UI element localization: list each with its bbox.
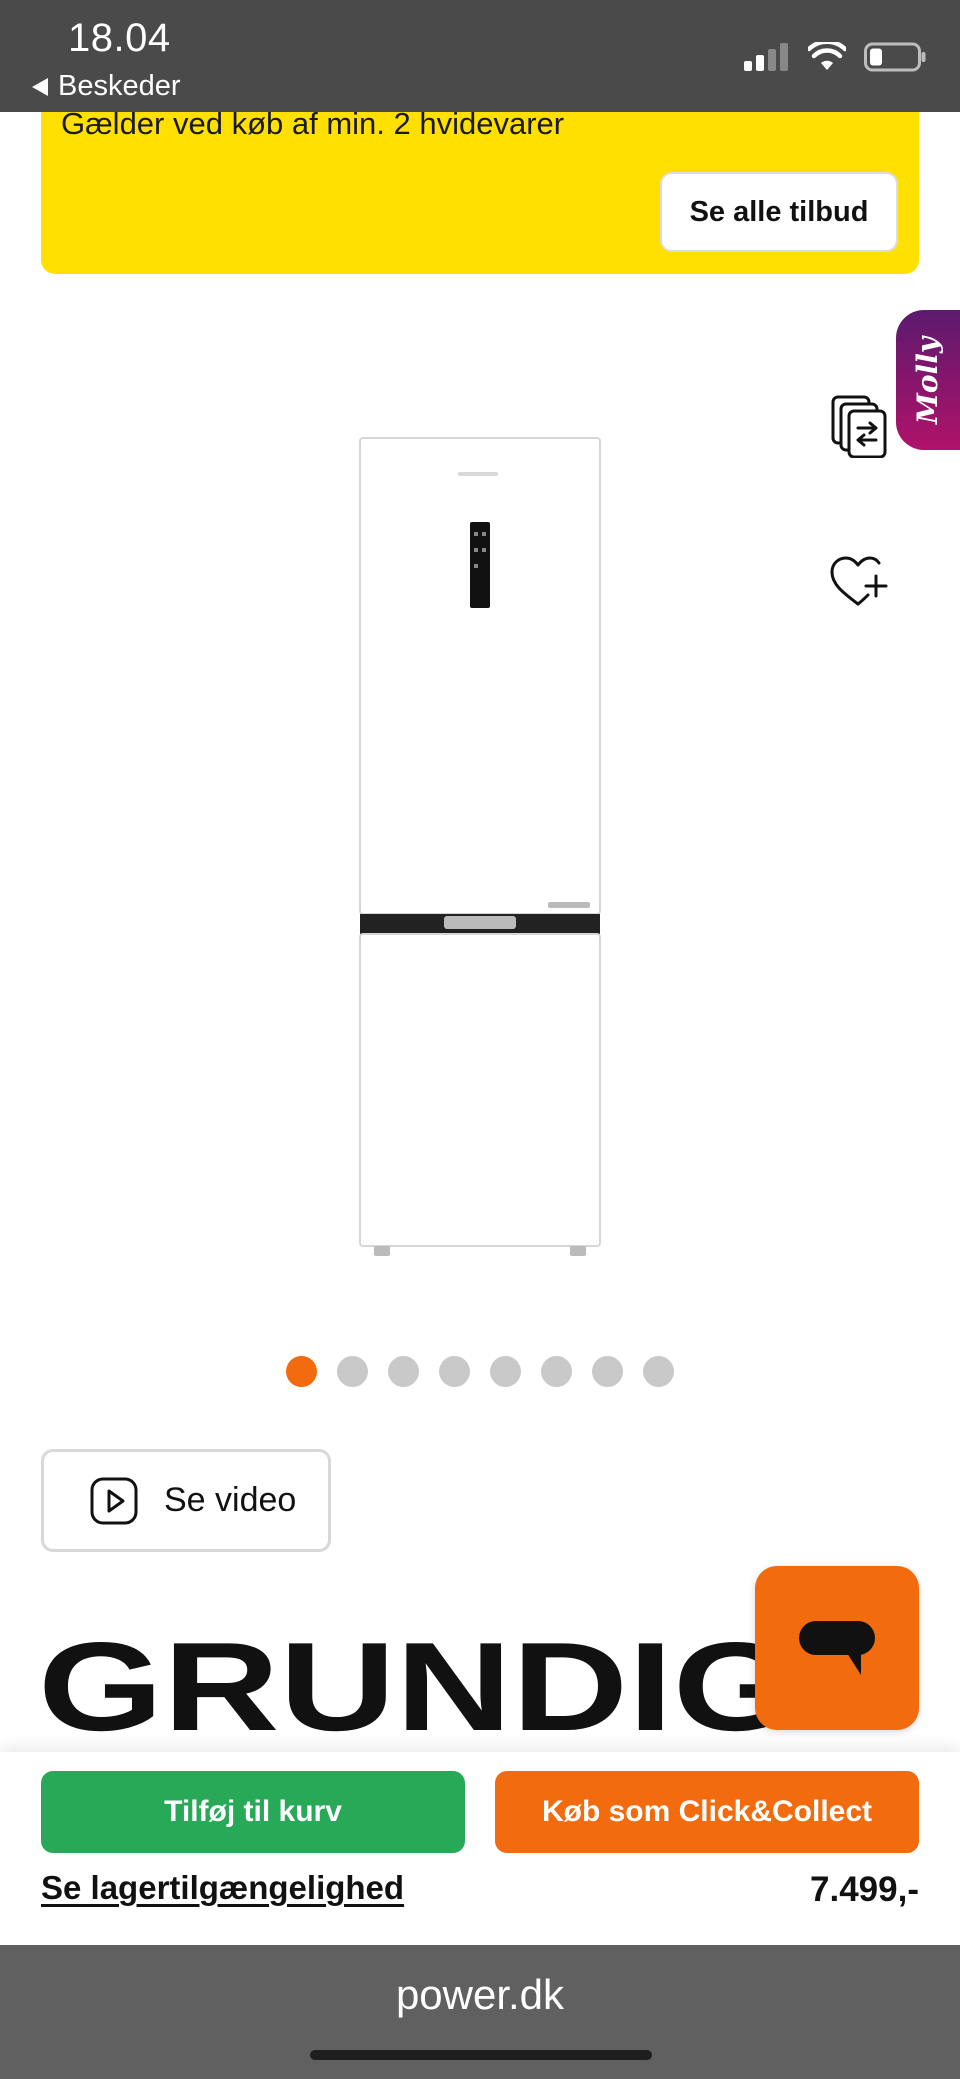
svg-text:GRUNDIG: GRUNDIG (38, 1640, 798, 1732)
status-bar: 18.04 Beskeder (0, 0, 960, 112)
battery-icon (864, 42, 926, 72)
promo-banner: Gælder ved køb af min. 2 hvidevarer Se a… (41, 106, 919, 274)
gallery-dot[interactable] (541, 1356, 572, 1387)
wifi-icon (808, 42, 846, 70)
brand-logo: GRUNDIG (38, 1640, 798, 1732)
browser-address-bar: power.dk (0, 1945, 960, 2079)
add-to-wishlist-icon[interactable] (828, 550, 888, 614)
back-arrow-icon (32, 77, 48, 96)
home-indicator[interactable] (310, 2050, 652, 2060)
url-field[interactable]: power.dk (0, 1971, 960, 2019)
see-all-offers-button[interactable]: Se alle tilbud (660, 172, 898, 252)
see-video-button[interactable]: Se video (41, 1449, 331, 1552)
gallery-dot[interactable] (337, 1356, 368, 1387)
gallery-dot[interactable] (388, 1356, 419, 1387)
status-time: 18.04 (68, 16, 171, 60)
stock-availability-link[interactable]: Se lagertilgængelighed (41, 1869, 404, 1907)
chat-bubble-icon (799, 1621, 875, 1675)
gallery-dot[interactable] (643, 1356, 674, 1387)
product-image[interactable] (358, 436, 602, 1258)
back-to-app-link[interactable]: Beskeder (32, 70, 181, 103)
assistant-tab[interactable]: Molly (896, 310, 960, 450)
gallery-dot[interactable] (592, 1356, 623, 1387)
compare-icon[interactable] (830, 394, 890, 458)
gallery-pagination (0, 1356, 960, 1387)
status-icons (744, 42, 926, 72)
chat-button[interactable] (755, 1566, 919, 1730)
gallery-dot[interactable] (286, 1356, 317, 1387)
see-video-label: Se video (164, 1481, 297, 1519)
assistant-label: Molly (911, 336, 945, 424)
gallery-dot[interactable] (439, 1356, 470, 1387)
purchase-bar: Tilføj til kurv Køb som Click&Collect Se… (0, 1752, 960, 1945)
play-icon (90, 1477, 138, 1524)
click-and-collect-button[interactable]: Køb som Click&Collect (495, 1771, 919, 1853)
add-to-cart-button[interactable]: Tilføj til kurv (41, 1771, 465, 1853)
promo-text: Gælder ved køb af min. 2 hvidevarer (61, 106, 565, 141)
gallery-dot[interactable] (490, 1356, 521, 1387)
cellular-signal-icon (744, 43, 788, 71)
product-price: 7.499,- (810, 1870, 919, 1909)
back-label: Beskeder (58, 70, 181, 102)
